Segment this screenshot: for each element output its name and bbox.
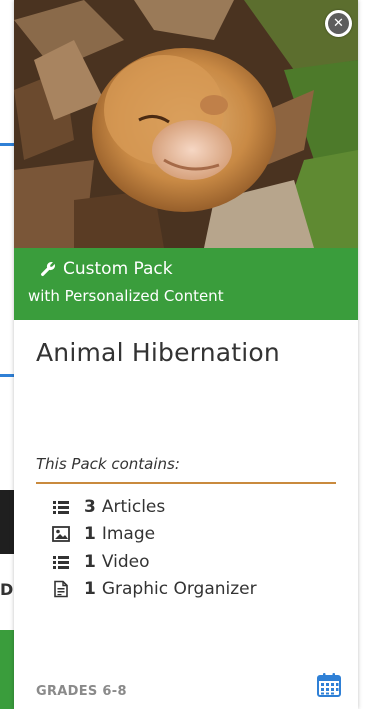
grade-level-label: GRADES 6-8	[36, 684, 127, 699]
item-label: Graphic Organizer	[101, 579, 257, 600]
list-item: 3 Articles	[52, 493, 257, 521]
item-count: 3	[84, 496, 96, 517]
background-green-panel	[0, 630, 14, 709]
document-icon	[52, 580, 70, 598]
banner-title: Custom Pack	[63, 259, 173, 279]
list-icon	[52, 498, 70, 516]
pack-card: ✕ Custom Pack with Personalized Content …	[14, 0, 358, 709]
background-link-underline	[0, 143, 14, 146]
pack-title: Animal Hibernation	[36, 338, 280, 367]
custom-pack-banner: Custom Pack with Personalized Content	[14, 248, 358, 320]
list-item: 1 Image	[52, 521, 257, 549]
banner-subtitle: with Personalized Content	[28, 287, 224, 305]
item-count: 1	[84, 579, 96, 600]
close-button[interactable]: ✕	[325, 10, 352, 37]
image-icon	[52, 525, 70, 543]
item-label: Articles	[101, 496, 166, 517]
item-count: 1	[84, 551, 96, 572]
list-icon	[52, 553, 70, 571]
pack-contents-list: 3 Articles 1 Image 1 Video 1 Graphic Org…	[52, 493, 257, 603]
background-partial-text: D	[0, 580, 14, 599]
pack-contains-label: This Pack contains:	[36, 455, 180, 473]
divider	[36, 482, 336, 484]
item-label: Video	[101, 551, 150, 572]
item-label: Image	[101, 524, 156, 545]
background-dark-panel	[0, 490, 14, 554]
background-link-underline	[0, 374, 14, 377]
list-item: 1 Video	[52, 548, 257, 576]
calendar-icon[interactable]	[316, 672, 342, 698]
dormouse-photo	[14, 0, 358, 248]
hero-image: ✕	[14, 0, 358, 248]
close-icon: ✕	[328, 13, 349, 34]
list-item: 1 Graphic Organizer	[52, 576, 257, 604]
item-count: 1	[84, 524, 96, 545]
wrench-icon	[40, 261, 56, 277]
